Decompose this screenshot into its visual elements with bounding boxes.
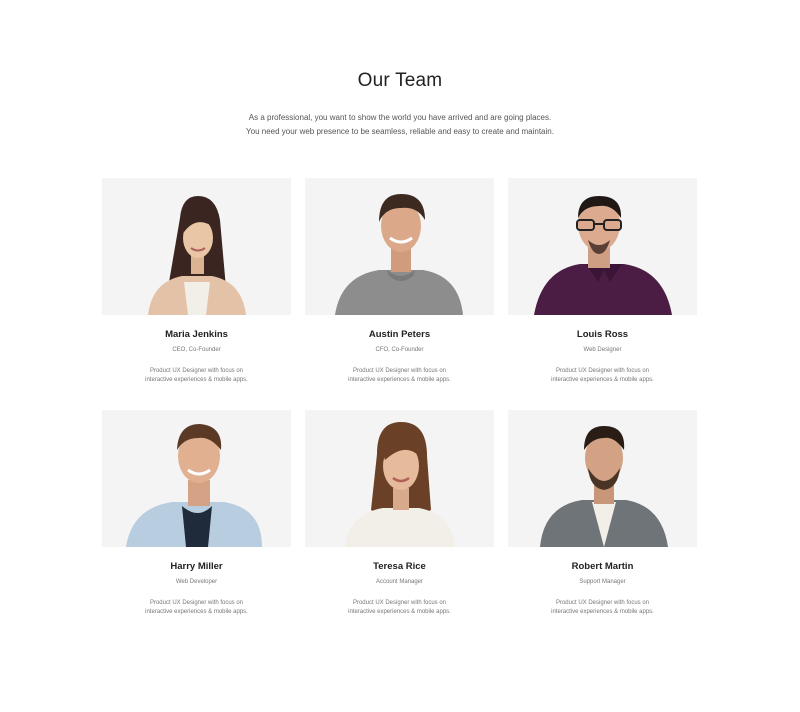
member-name: Louis Ross <box>576 329 629 340</box>
member-photo <box>305 410 494 547</box>
man-shirt-portrait-image <box>126 424 262 547</box>
bio-line: Product UX Designer with focus on <box>149 600 244 606</box>
woman-blouse-portrait-image <box>345 422 455 547</box>
team-card: Austin Peters CFO, Co-Founder Product UX… <box>305 178 494 383</box>
member-role: CFO, Co-Founder <box>375 347 424 353</box>
member-role: CEO, Co-Founder <box>172 347 221 353</box>
bio-line: Product UX Designer with focus on <box>352 368 447 374</box>
member-bio: Product UX Designer with focus on intera… <box>102 367 291 385</box>
member-bio: Product UX Designer with focus on intera… <box>305 367 494 385</box>
bio-line: interactive experiences & mobile apps. <box>551 377 654 383</box>
bio-line: interactive experiences & mobile apps. <box>348 377 451 383</box>
member-name: Teresa Rice <box>373 561 426 572</box>
team-card: Robert Martin Support Manager Product UX… <box>508 410 697 615</box>
team-card: Maria Jenkins CEO, Co-Founder Product UX… <box>102 178 291 383</box>
man-blazer-portrait-image <box>540 426 668 547</box>
team-card: Louis Ross Web Designer Product UX Desig… <box>508 178 697 383</box>
bio-line: Product UX Designer with focus on <box>555 600 650 606</box>
member-name: Austin Peters <box>368 329 431 340</box>
member-bio: Product UX Designer with focus on intera… <box>102 599 291 617</box>
bio-line: interactive experiences & mobile apps. <box>145 377 248 383</box>
team-card: Harry Miller Web Developer Product UX De… <box>102 410 291 615</box>
member-role: Support Manager <box>579 579 626 585</box>
man-portrait-image <box>335 194 463 315</box>
man-glasses-portrait-image <box>534 196 672 315</box>
member-name: Maria Jenkins <box>165 329 228 340</box>
bio-line: Product UX Designer with focus on <box>352 600 447 606</box>
member-name: Harry Miller <box>170 561 223 572</box>
bio-line: interactive experiences & mobile apps. <box>145 609 248 615</box>
member-role: Account Manager <box>375 579 424 585</box>
member-bio: Product UX Designer with focus on intera… <box>508 599 697 617</box>
bio-line: Product UX Designer with focus on <box>149 368 244 374</box>
bio-line: interactive experiences & mobile apps. <box>551 609 654 615</box>
bio-line: Product UX Designer with focus on <box>555 368 650 374</box>
member-bio: Product UX Designer with focus on intera… <box>305 599 494 617</box>
member-photo <box>305 178 494 315</box>
member-name: Robert Martin <box>571 561 634 572</box>
team-card: Teresa Rice Account Manager Product UX D… <box>305 410 494 615</box>
member-photo <box>102 178 291 315</box>
woman-portrait-image <box>148 196 246 315</box>
page-title: Our Team <box>357 70 443 91</box>
member-photo <box>508 178 697 315</box>
team-grid: Maria Jenkins CEO, Co-Founder Product UX… <box>102 178 698 615</box>
member-photo <box>102 410 291 547</box>
member-bio: Product UX Designer with focus on intera… <box>508 367 697 385</box>
member-role: Web Developer <box>175 579 218 585</box>
intro-line: As a professional, you want to show the … <box>248 113 552 122</box>
member-photo <box>508 410 697 547</box>
intro-line: You need your web presence to be seamles… <box>246 126 554 136</box>
bio-line: interactive experiences & mobile apps. <box>348 609 451 615</box>
intro-text: As a professional, you want to show the … <box>0 111 800 138</box>
member-role: Web Designer <box>583 347 622 353</box>
